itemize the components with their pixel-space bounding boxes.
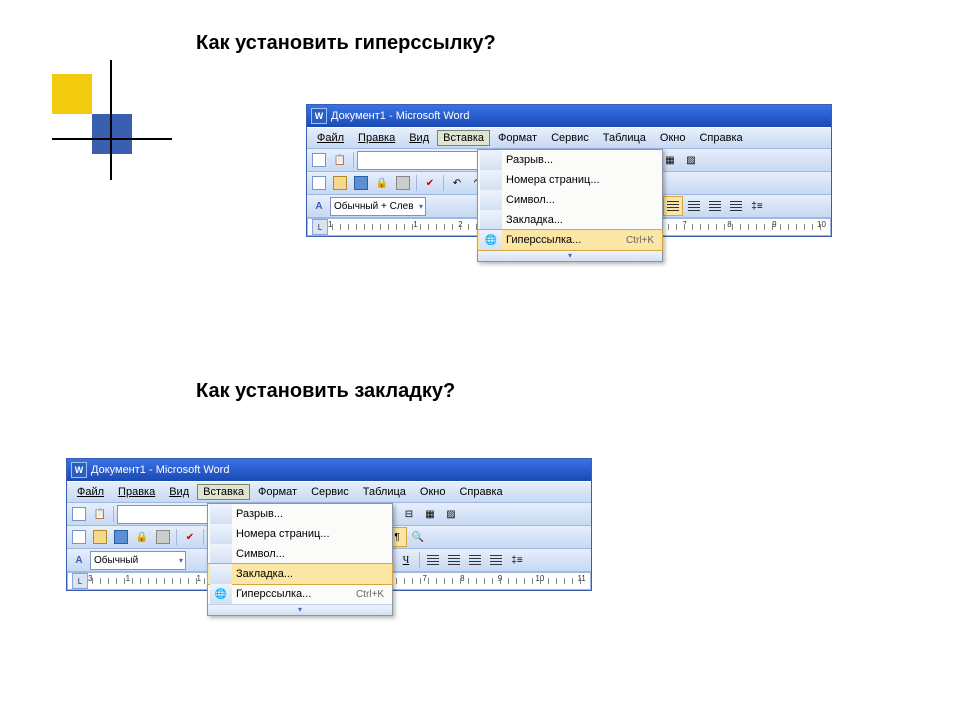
menu-help[interactable]: Справка (693, 130, 748, 146)
menu-item-break[interactable]: Разрыв... (478, 150, 662, 170)
toolbar-btn[interactable] (309, 150, 329, 170)
new-doc-button[interactable] (69, 527, 89, 547)
line-spacing-button[interactable]: ‡≡ (747, 196, 767, 216)
menu-expand-chevron[interactable]: ▾ (478, 250, 662, 261)
permissions-button[interactable]: 🔒 (132, 527, 152, 547)
toolbar-btn[interactable]: 📋 (330, 150, 350, 170)
menu-file[interactable]: Файл (311, 130, 350, 146)
align-left-button[interactable] (423, 550, 443, 570)
menu-file[interactable]: Файл (71, 484, 110, 500)
insert-menu-dropdown: Разрыв... Номера страниц... Символ... За… (207, 503, 393, 616)
question-heading-2: Как установить закладку? (196, 380, 455, 403)
align-center-button[interactable] (444, 550, 464, 570)
menu-view[interactable]: Вид (403, 130, 435, 146)
titlebar: W Документ1 - Microsoft Word (67, 459, 591, 481)
window-title: Документ1 - Microsoft Word (331, 110, 469, 122)
menu-item-symbol[interactable]: Символ... (208, 544, 392, 564)
menu-table[interactable]: Таблица (357, 484, 412, 500)
save-button[interactable] (351, 173, 371, 193)
menu-window[interactable]: Окно (414, 484, 452, 500)
toolbar-btn[interactable]: ▨ (441, 504, 461, 524)
menu-item-symbol[interactable]: Символ... (478, 190, 662, 210)
menubar: Файл Правка Вид Вставка Формат Сервис Та… (67, 481, 591, 503)
spell-button[interactable]: ✔ (180, 527, 200, 547)
print-button[interactable] (393, 173, 413, 193)
menu-item-hyperlink[interactable]: 🌐Гиперссылка...Ctrl+K (208, 584, 392, 604)
hyperlink-icon: 🌐 (480, 230, 502, 250)
menu-format[interactable]: Формат (492, 130, 543, 146)
toolbar-btn[interactable]: ⊟ (399, 504, 419, 524)
align-justify-button[interactable] (486, 550, 506, 570)
menu-tools[interactable]: Сервис (545, 130, 595, 146)
menu-item-page-numbers[interactable]: Номера страниц... (208, 524, 392, 544)
ruler-tab-button[interactable]: L (312, 219, 328, 235)
menu-table[interactable]: Таблица (597, 130, 652, 146)
question-heading-1: Как установить гиперссылку? (196, 32, 496, 55)
menu-view[interactable]: Вид (163, 484, 195, 500)
new-doc-button[interactable] (309, 173, 329, 193)
open-button[interactable] (330, 173, 350, 193)
style-selector[interactable]: Обычный + Слев (330, 197, 426, 216)
insert-menu-dropdown: Разрыв... Номера страниц... Символ... За… (477, 149, 663, 262)
toolbar-btn[interactable] (69, 504, 89, 524)
decorative-shape (52, 60, 172, 180)
toolbar-btn[interactable]: ▨ (681, 150, 701, 170)
style-A-button[interactable]: A (309, 196, 329, 216)
style-A-button[interactable]: A (69, 550, 89, 570)
menu-item-page-numbers[interactable]: Номера страниц... (478, 170, 662, 190)
open-button[interactable] (90, 527, 110, 547)
align-right-button[interactable] (705, 196, 725, 216)
ruler-tab-button[interactable]: L (72, 573, 88, 589)
menu-edit[interactable]: Правка (352, 130, 401, 146)
menu-item-hyperlink[interactable]: 🌐Гиперссылка...Ctrl+K (477, 229, 663, 251)
style-selector[interactable]: Обычный (90, 551, 186, 570)
toolbar-btn[interactable]: 🔍 (408, 527, 428, 547)
titlebar: W Документ1 - Microsoft Word (307, 105, 831, 127)
align-justify-button[interactable] (726, 196, 746, 216)
menu-format[interactable]: Формат (252, 484, 303, 500)
menu-tools[interactable]: Сервис (305, 484, 355, 500)
toolbar-btn[interactable]: 📋 (90, 504, 110, 524)
align-center-button[interactable] (684, 196, 704, 216)
hyperlink-icon: 🌐 (210, 584, 232, 604)
align-right-button[interactable] (465, 550, 485, 570)
underline-button[interactable]: Ч (396, 550, 416, 570)
menu-insert[interactable]: Вставка (437, 130, 490, 146)
menu-item-bookmark[interactable]: Закладка... (478, 210, 662, 230)
save-button[interactable] (111, 527, 131, 547)
word-window-2: W Документ1 - Microsoft Word Файл Правка… (66, 458, 592, 591)
permissions-button[interactable]: 🔒 (372, 173, 392, 193)
word-app-icon: W (311, 108, 327, 124)
undo-button[interactable]: ↶ (447, 173, 467, 193)
menu-window[interactable]: Окно (654, 130, 692, 146)
menu-insert[interactable]: Вставка (197, 484, 250, 500)
toolbar-btn[interactable]: ▦ (420, 504, 440, 524)
align-left-button[interactable] (663, 196, 683, 216)
word-window-1: W Документ1 - Microsoft Word Файл Правка… (306, 104, 832, 237)
menu-item-bookmark[interactable]: Закладка... (207, 563, 393, 585)
spell-button[interactable]: ✔ (420, 173, 440, 193)
window-title: Документ1 - Microsoft Word (91, 464, 229, 476)
menu-edit[interactable]: Правка (112, 484, 161, 500)
print-button[interactable] (153, 527, 173, 547)
menu-item-break[interactable]: Разрыв... (208, 504, 392, 524)
toolbar-btn[interactable]: ▦ (660, 150, 680, 170)
menu-help[interactable]: Справка (453, 484, 508, 500)
word-app-icon: W (71, 462, 87, 478)
line-spacing-button[interactable]: ‡≡ (507, 550, 527, 570)
menu-expand-chevron[interactable]: ▾ (208, 604, 392, 615)
menubar: Файл Правка Вид Вставка Формат Сервис Та… (307, 127, 831, 149)
